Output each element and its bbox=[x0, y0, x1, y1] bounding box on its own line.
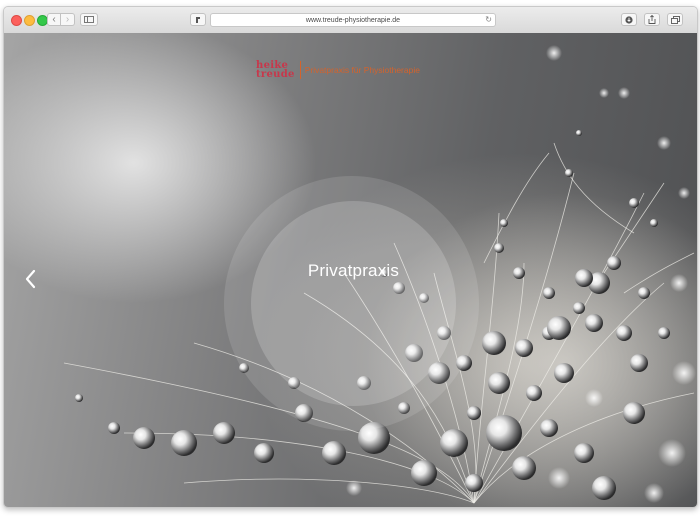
forward-icon: › bbox=[65, 14, 70, 25]
slider-prev-button[interactable] bbox=[24, 269, 36, 294]
site-logo[interactable]: heike treude Privatpraxis für Physiother… bbox=[256, 61, 420, 80]
tabs-button[interactable] bbox=[667, 13, 683, 26]
address-bar[interactable]: www.treude-physiotherapie.de ↻ bbox=[210, 13, 496, 27]
close-window-button[interactable] bbox=[11, 15, 22, 26]
browser-window: ‹ › www.treude-physiotherapie.de ↻ heike… bbox=[3, 6, 698, 508]
hero-circle-inner bbox=[251, 201, 456, 406]
logo-tagline: Privatpraxis für Physiotherapie bbox=[304, 65, 420, 75]
sidebar-button[interactable] bbox=[80, 13, 98, 26]
reload-icon[interactable]: ↻ bbox=[485, 15, 492, 24]
back-button[interactable]: ‹ bbox=[47, 13, 61, 26]
share-extension-icon bbox=[196, 16, 200, 23]
hero-slider: heike treude Privatpraxis für Physiother… bbox=[4, 33, 697, 507]
url-text: www.treude-physiotherapie.de bbox=[305, 16, 401, 24]
logo-line2: treude bbox=[256, 69, 295, 80]
minimize-window-button[interactable] bbox=[24, 15, 35, 26]
hero-title: Privatpraxis bbox=[307, 261, 400, 280]
tabs-icon bbox=[670, 15, 680, 24]
extension-button[interactable] bbox=[190, 13, 206, 26]
downloads-button[interactable] bbox=[621, 13, 637, 26]
logo-divider bbox=[299, 61, 301, 79]
share-button[interactable] bbox=[644, 13, 660, 26]
back-icon: ‹ bbox=[52, 14, 56, 25]
logo-wordmark: heike treude bbox=[256, 61, 295, 80]
chevron-left-icon bbox=[25, 269, 36, 289]
history-nav: ‹ › bbox=[47, 13, 75, 26]
download-icon bbox=[625, 15, 633, 24]
sidebar-icon bbox=[84, 16, 94, 23]
browser-toolbar: ‹ › www.treude-physiotherapie.de ↻ bbox=[4, 7, 697, 34]
share-icon bbox=[648, 15, 656, 24]
forward-button[interactable]: › bbox=[61, 13, 75, 26]
